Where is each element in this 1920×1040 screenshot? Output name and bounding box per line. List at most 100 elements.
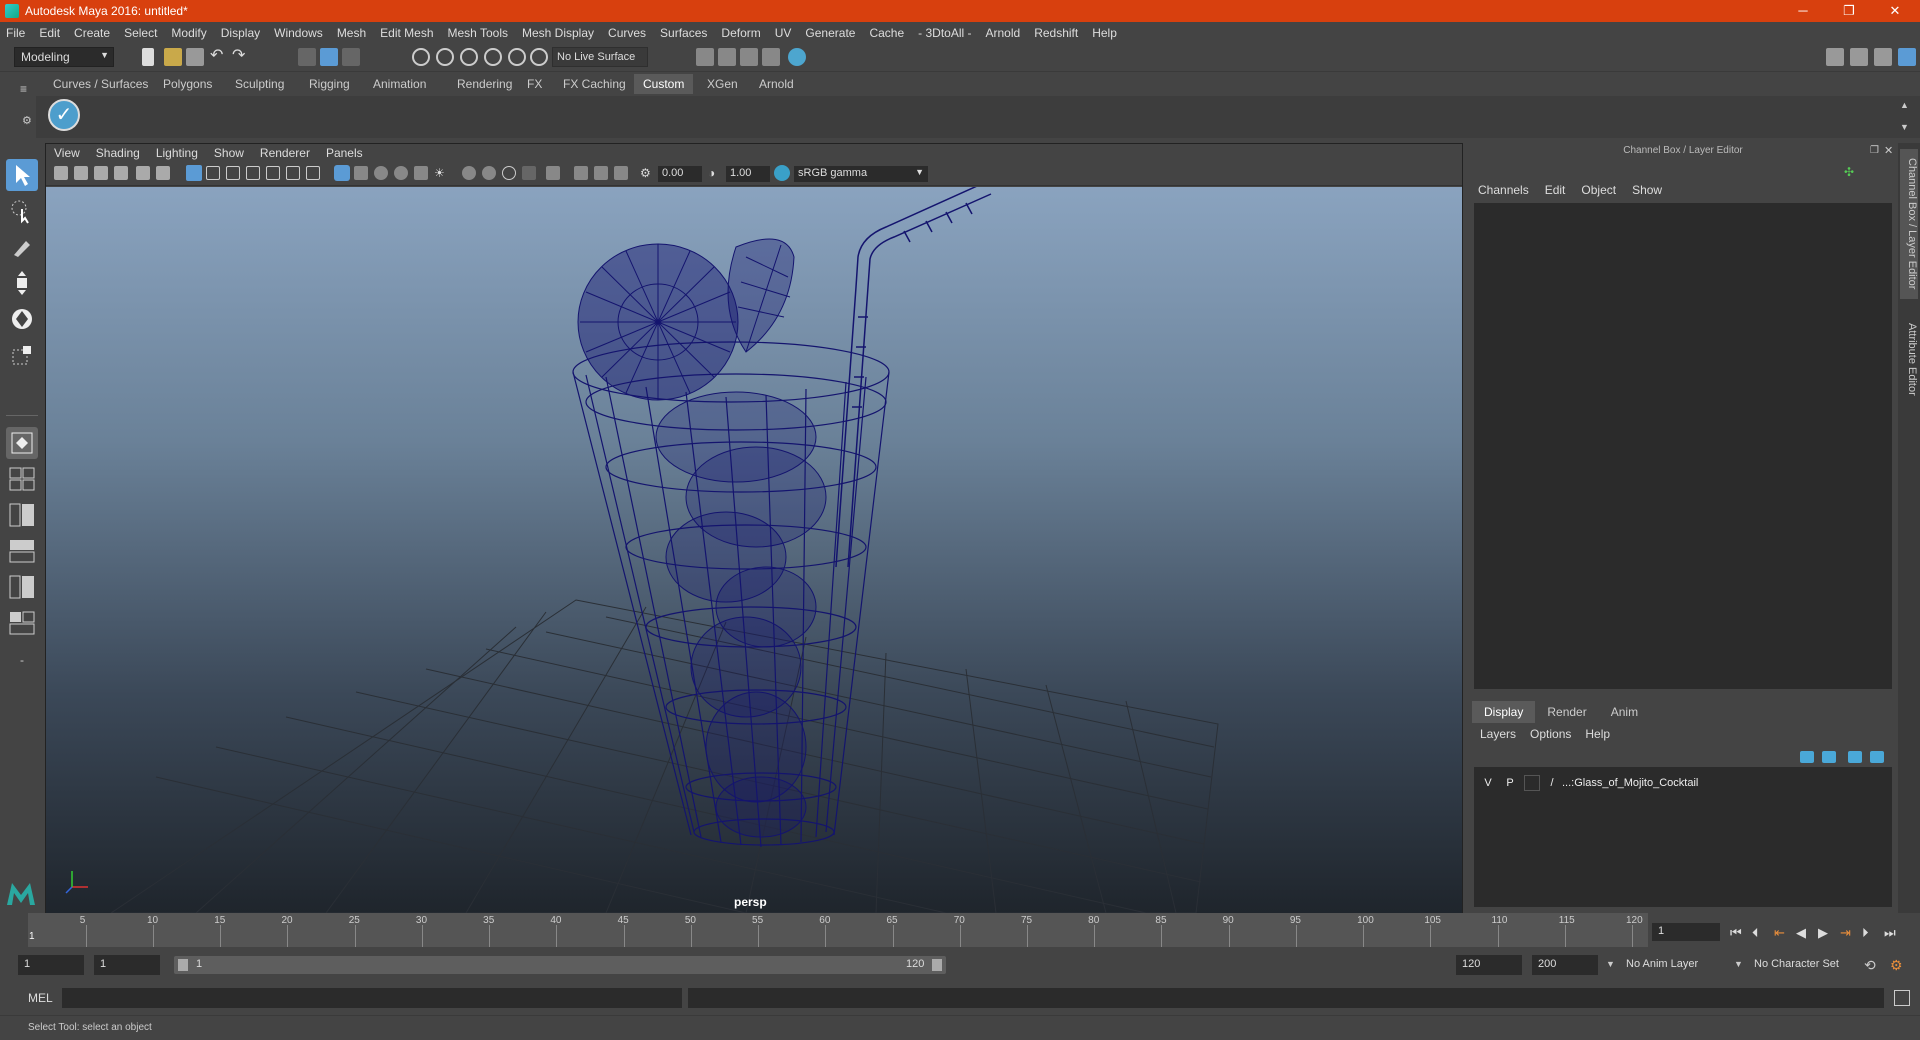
open-scene-icon[interactable] xyxy=(164,48,182,66)
select-by-component-icon[interactable] xyxy=(342,48,360,66)
shelf-settings-icon[interactable]: ⚙ xyxy=(22,114,32,127)
shelf-scroll-up-icon[interactable]: ▲ xyxy=(1900,100,1909,110)
menu-uv[interactable]: UV xyxy=(775,26,792,40)
view-transform-icon[interactable] xyxy=(774,165,790,181)
image-plane-icon[interactable] xyxy=(114,166,128,180)
layer-menu-layers[interactable]: Layers xyxy=(1480,727,1516,741)
two-d-pan-zoom-icon[interactable] xyxy=(136,166,150,180)
menu-file[interactable]: File xyxy=(6,26,25,40)
range-end-handle[interactable] xyxy=(932,959,942,971)
shadows-icon[interactable]: ☀ xyxy=(434,166,448,180)
animation-end-field[interactable]: 200 xyxy=(1532,955,1598,975)
step-back-key-icon[interactable]: ⇤ xyxy=(1774,925,1785,941)
channel-box-area[interactable] xyxy=(1474,203,1892,689)
lights-icon[interactable] xyxy=(414,166,428,180)
step-back-frame-icon[interactable]: ⏴ xyxy=(1752,925,1759,941)
live-surface-field[interactable]: No Live Surface xyxy=(552,47,648,67)
vp-menu-renderer[interactable]: Renderer xyxy=(260,146,310,160)
modeling-toolkit-icon[interactable] xyxy=(1826,48,1844,66)
play-forwards-icon[interactable]: ▶ xyxy=(1818,925,1828,941)
gamma-field[interactable]: 1.00 xyxy=(726,166,770,182)
layer-tab-anim[interactable]: Anim xyxy=(1599,701,1650,723)
layer-row[interactable]: V P / ...:Glass_of_Mojito_Cocktail xyxy=(1474,773,1892,793)
shelf-tab-polygons[interactable]: Polygons xyxy=(154,74,221,94)
layer-playback-toggle[interactable]: P xyxy=(1502,775,1518,791)
side-tab-channel-box[interactable]: Channel Box / Layer Editor xyxy=(1900,149,1918,299)
hypershade-icon[interactable] xyxy=(762,48,780,66)
shelf-scroll-down-icon[interactable]: ▼ xyxy=(1900,122,1909,132)
move-layer-up-icon[interactable] xyxy=(1800,751,1814,763)
snap-to-view-plane-icon[interactable] xyxy=(484,48,502,66)
gate-mask-icon[interactable] xyxy=(246,166,260,180)
restore-button[interactable]: ❐ xyxy=(1826,0,1872,22)
textured-icon[interactable] xyxy=(394,166,408,180)
auto-key-icon[interactable]: ⟲ xyxy=(1864,957,1876,974)
menu-select[interactable]: Select xyxy=(124,26,157,40)
new-scene-icon[interactable] xyxy=(142,48,154,66)
range-slider[interactable]: 1 120 xyxy=(174,956,946,974)
shelf-tab-animation[interactable]: Animation xyxy=(364,74,435,94)
snap-to-curve-icon[interactable] xyxy=(436,48,454,66)
menu-windows[interactable]: Windows xyxy=(274,26,323,40)
single-perspective-layout-button[interactable] xyxy=(6,427,38,459)
menu-curves[interactable]: Curves xyxy=(608,26,646,40)
four-view-layout-button[interactable] xyxy=(6,465,38,493)
menu-edit-mesh[interactable]: Edit Mesh xyxy=(380,26,433,40)
shelf-menu-icon[interactable]: ≡ xyxy=(20,82,27,96)
safe-action-icon[interactable] xyxy=(286,166,300,180)
rotate-tool[interactable] xyxy=(6,303,38,335)
vp-menu-view[interactable]: View xyxy=(54,146,80,160)
menu-modify[interactable]: Modify xyxy=(171,26,206,40)
shelf-tab-sculpting[interactable]: Sculpting xyxy=(226,74,293,94)
minimize-button[interactable]: ─ xyxy=(1780,0,1826,22)
shelf-tab-xgen[interactable]: XGen xyxy=(698,74,747,94)
render-settings-icon[interactable] xyxy=(740,48,758,66)
xray-components-icon[interactable] xyxy=(614,166,628,180)
render-frame-icon[interactable] xyxy=(696,48,714,66)
select-by-object-icon[interactable] xyxy=(320,48,338,66)
check-shelf-button-icon[interactable]: ✓ xyxy=(48,99,80,131)
create-empty-layer-icon[interactable] xyxy=(1848,751,1862,763)
animation-start-field[interactable]: 1 xyxy=(18,955,84,975)
lasso-tool[interactable] xyxy=(6,195,38,227)
menu-display[interactable]: Display xyxy=(221,26,260,40)
character-set-select[interactable]: No Character Set xyxy=(1748,955,1866,975)
shelf-tab-rendering[interactable]: Rendering xyxy=(448,74,521,94)
undo-icon[interactable]: ↶ xyxy=(210,48,228,66)
layer-color-swatch[interactable]: / xyxy=(1544,775,1560,791)
film-gate-icon[interactable] xyxy=(206,166,220,180)
side-by-side-layout-button[interactable] xyxy=(6,501,38,529)
resolution-gate-icon[interactable] xyxy=(226,166,240,180)
shelf-tab-arnold[interactable]: Arnold xyxy=(750,74,803,94)
redo-icon[interactable]: ↷ xyxy=(232,48,250,66)
layer-visibility-toggle[interactable]: V xyxy=(1480,775,1496,791)
move-layer-down-icon[interactable] xyxy=(1822,751,1836,763)
menu-mesh-tools[interactable]: Mesh Tools xyxy=(448,26,508,40)
create-layer-from-selected-icon[interactable] xyxy=(1870,751,1884,763)
screen-space-ao-icon[interactable] xyxy=(462,166,476,180)
layer-display-type[interactable] xyxy=(1524,775,1540,791)
default-material-icon[interactable] xyxy=(374,166,388,180)
cb-menu-edit[interactable]: Edit xyxy=(1545,183,1566,197)
select-camera-icon[interactable] xyxy=(54,166,68,180)
mode-selector[interactable]: Modeling ▼ xyxy=(14,47,114,67)
vp-menu-lighting[interactable]: Lighting xyxy=(156,146,198,160)
layer-tab-render[interactable]: Render xyxy=(1535,701,1598,723)
time-ruler[interactable]: 1 5 10 15 20 25 30 35 40 45 50 55 60 65 70 75 80 85 90 95 1… xyxy=(28,913,1648,947)
menu-arnold[interactable]: Arnold xyxy=(986,26,1021,40)
field-chart-icon[interactable] xyxy=(266,166,280,180)
animation-preferences-icon[interactable]: ⚙ xyxy=(1890,957,1903,974)
menu-help[interactable]: Help xyxy=(1092,26,1117,40)
step-forward-key-icon[interactable]: ⇥ xyxy=(1840,925,1851,941)
shelf-tab-fx-caching[interactable]: FX Caching xyxy=(554,74,635,94)
anti-aliasing-icon[interactable] xyxy=(502,166,516,180)
layer-menu-help[interactable]: Help xyxy=(1585,727,1610,741)
side-tab-attribute-editor[interactable]: Attribute Editor xyxy=(1900,309,1918,409)
menu-3dtoall[interactable]: - 3DtoAll - xyxy=(918,26,971,40)
menu-surfaces[interactable]: Surfaces xyxy=(660,26,707,40)
cb-menu-channels[interactable]: Channels xyxy=(1478,183,1529,197)
channel-box-toggle-icon[interactable] xyxy=(1898,48,1916,66)
menu-generate[interactable]: Generate xyxy=(805,26,855,40)
cb-menu-show[interactable]: Show xyxy=(1632,183,1662,197)
menu-mesh[interactable]: Mesh xyxy=(337,26,366,40)
